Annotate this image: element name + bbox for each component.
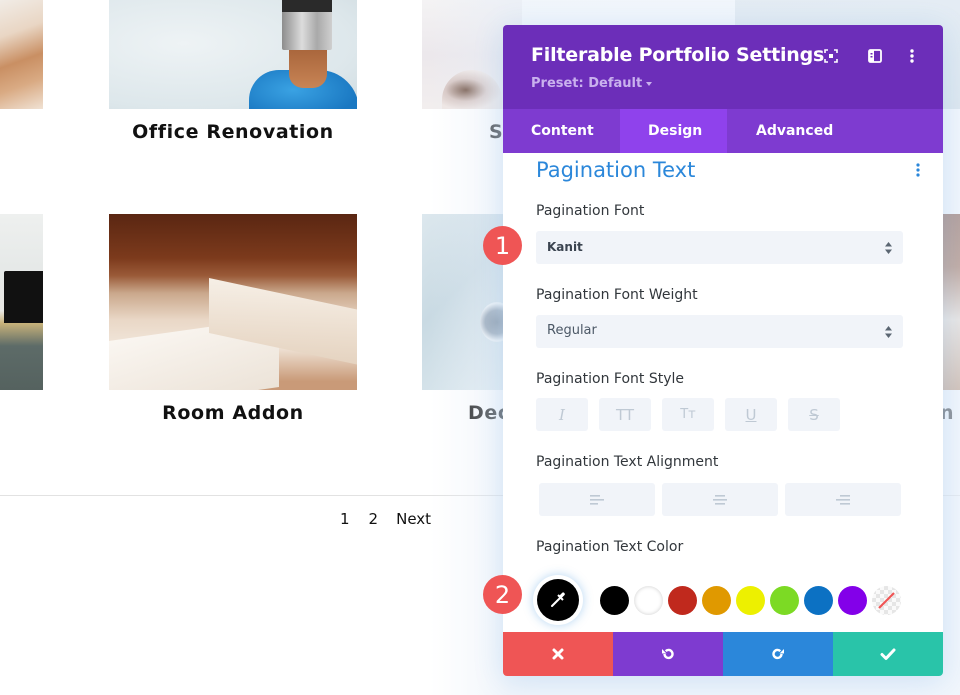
undo-button[interactable] <box>613 632 723 676</box>
italic-icon: I <box>559 405 565 424</box>
color-palette <box>503 575 943 625</box>
pagination-page-2[interactable]: 2 <box>369 510 379 528</box>
select-value: Kanit <box>547 240 583 254</box>
undo-icon <box>662 648 674 660</box>
pagination-next[interactable]: Next <box>396 510 431 528</box>
fullscreen-icon[interactable] <box>822 47 840 65</box>
image-detail <box>289 48 327 88</box>
capitalize-button[interactable]: Tт <box>662 398 714 431</box>
pagination-font-select[interactable]: Kanit <box>536 231 903 264</box>
strikethrough-icon: S <box>809 405 819 424</box>
portfolio-image[interactable] <box>0 0 43 109</box>
text-alignment-buttons <box>539 483 901 516</box>
color-picker-button[interactable] <box>533 575 583 625</box>
portfolio-image[interactable] <box>0 214 43 390</box>
uppercase-icon: TT <box>615 405 635 424</box>
pagination-page-1[interactable]: 1 <box>340 510 350 528</box>
modal-footer <box>503 632 943 676</box>
modal-header: Filterable Portfolio Settings Preset: De… <box>503 25 943 109</box>
cancel-button[interactable] <box>503 632 613 676</box>
settings-body: Pagination Text Pagination Font Kanit Pa… <box>503 153 943 632</box>
tab-content[interactable]: Content <box>503 109 620 153</box>
step-callout-1: 1 <box>483 226 522 265</box>
portfolio-image-room-addon[interactable] <box>109 214 357 390</box>
align-left-button[interactable] <box>539 483 655 516</box>
color-swatch-purple[interactable] <box>838 586 867 615</box>
color-swatch-blue[interactable] <box>804 586 833 615</box>
caret-down-icon <box>646 81 653 86</box>
italic-button[interactable]: I <box>536 398 588 431</box>
preset-label: Preset: Default <box>531 76 643 91</box>
current-color <box>537 579 579 621</box>
redo-button[interactable] <box>723 632 833 676</box>
color-swatch-yellow[interactable] <box>736 586 765 615</box>
color-swatch-transparent[interactable] <box>872 586 901 615</box>
portfolio-item-title[interactable]: S <box>489 121 503 143</box>
pagination-font-label: Pagination Font <box>536 203 645 219</box>
no-color-icon <box>878 592 895 609</box>
redo-icon <box>772 648 784 660</box>
capitalize-icon: Tт <box>680 407 696 422</box>
align-left-icon <box>590 494 604 505</box>
settings-modal: Filterable Portfolio Settings Preset: De… <box>503 25 943 676</box>
pagination-text-color-label: Pagination Text Color <box>536 539 684 555</box>
uppercase-button[interactable]: TT <box>599 398 651 431</box>
image-detail <box>282 0 332 12</box>
portfolio-item-title[interactable]: Office Renovation <box>109 121 357 143</box>
select-value: Regular <box>547 323 597 338</box>
align-center-icon <box>713 494 727 505</box>
portfolio-image-office-renovation[interactable] <box>109 0 357 109</box>
color-swatch-black[interactable] <box>600 586 629 615</box>
check-icon <box>880 648 896 660</box>
color-swatch-green[interactable] <box>770 586 799 615</box>
sidebar-layout-icon[interactable] <box>866 47 884 65</box>
portfolio-item-title[interactable]: Room Addon <box>109 402 357 424</box>
image-detail <box>282 8 332 50</box>
pagination-font-weight-label: Pagination Font Weight <box>536 287 698 303</box>
more-options-icon[interactable] <box>903 47 921 65</box>
section-more-icon[interactable] <box>916 162 920 177</box>
save-button[interactable] <box>833 632 943 676</box>
step-callout-2: 2 <box>483 575 522 614</box>
tab-design[interactable]: Design <box>620 109 727 153</box>
underline-icon: U <box>745 405 757 424</box>
pagination-font-weight-select[interactable]: Regular <box>536 315 903 348</box>
modal-title: Filterable Portfolio Settings <box>531 44 825 66</box>
section-title[interactable]: Pagination Text <box>536 158 695 182</box>
pagination-text-alignment-label: Pagination Text Alignment <box>536 454 719 470</box>
tab-advanced[interactable]: Advanced <box>727 109 861 153</box>
font-style-buttons: I TT Tт U S <box>536 398 840 431</box>
strikethrough-button[interactable]: S <box>788 398 840 431</box>
color-swatch-orange[interactable] <box>702 586 731 615</box>
close-icon <box>552 648 564 660</box>
pagination-font-style-label: Pagination Font Style <box>536 371 684 387</box>
color-swatch-red[interactable] <box>668 586 697 615</box>
align-center-button[interactable] <box>662 483 778 516</box>
align-right-button[interactable] <box>785 483 901 516</box>
image-detail <box>4 271 43 323</box>
align-right-icon <box>836 494 850 505</box>
modal-tabs: Content Design Advanced <box>503 109 943 153</box>
preset-dropdown[interactable]: Preset: Default <box>531 76 653 91</box>
underline-button[interactable]: U <box>725 398 777 431</box>
color-swatch-white[interactable] <box>634 586 663 615</box>
eyedropper-icon <box>551 592 565 607</box>
select-arrows-icon <box>885 242 892 254</box>
image-detail <box>442 70 502 109</box>
pagination: 1 2 Next <box>340 510 431 528</box>
select-arrows-icon <box>885 326 892 338</box>
